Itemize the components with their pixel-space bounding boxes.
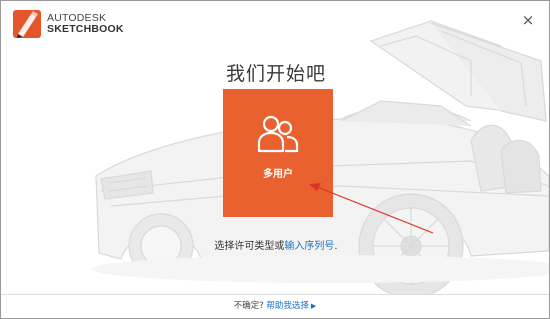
page-title: 我们开始吧 <box>225 63 326 85</box>
brand-line-sketchbook: SKETCHBOOK <box>47 23 124 35</box>
sketchbook-logo-icon <box>13 10 41 38</box>
chevron-right-icon[interactable]: ▶ <box>311 295 316 317</box>
enter-serial-number-link[interactable]: 输入序列号 <box>284 241 334 252</box>
license-prompt-text: 选择许可类型或 <box>214 241 285 252</box>
users-icon <box>257 115 299 153</box>
multi-user-option-button[interactable]: 多用户 <box>223 89 333 217</box>
help-me-choose-link[interactable]: 帮助我选择 <box>266 301 309 311</box>
close-button[interactable]: × <box>521 13 535 28</box>
app-logo: AUTODESK SKETCHBOOK <box>13 10 124 38</box>
license-prompt-period: . <box>334 241 338 252</box>
multi-user-label: 多用户 <box>263 169 293 180</box>
installer-window: AUTODESK SKETCHBOOK × 我们开始吧 多用户 选择许可类型或输… <box>0 0 550 319</box>
footer-prompt-text: 不确定? <box>233 301 264 311</box>
license-type-prompt: 选择许可类型或输入序列号. <box>1 237 549 252</box>
footer-bar: 不确定? 帮助我选择 ▶ <box>1 294 549 318</box>
